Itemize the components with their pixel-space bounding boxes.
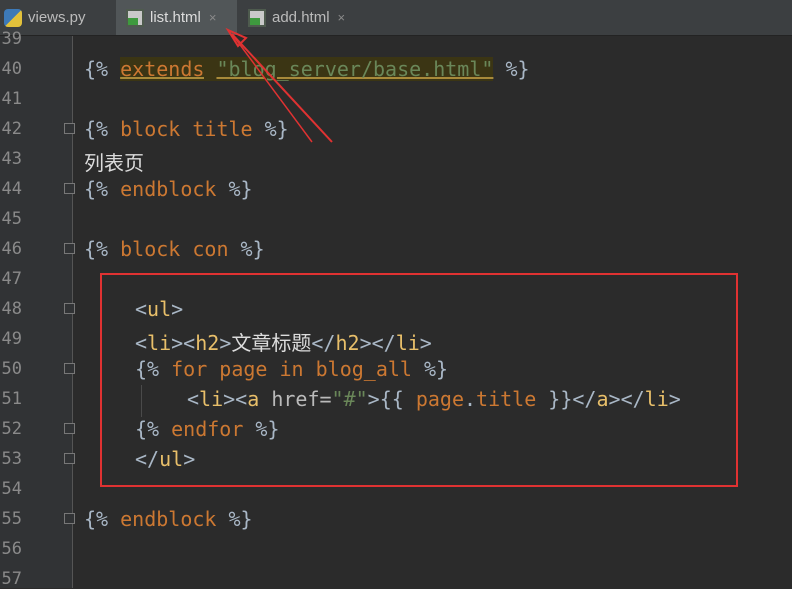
annotation-arrow-line (231, 33, 313, 143)
annotation-arrow (225, 27, 333, 143)
annotation-arrow-line (231, 33, 333, 143)
